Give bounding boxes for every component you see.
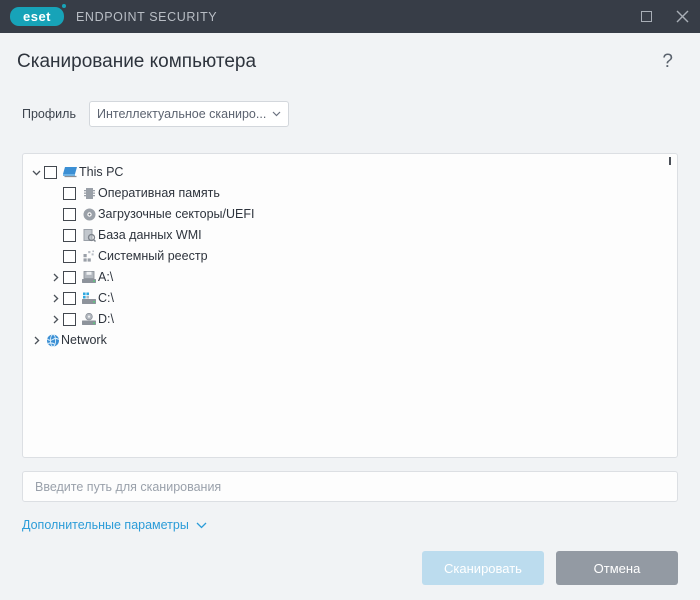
window-controls xyxy=(628,0,700,33)
hard-drive-icon xyxy=(81,292,98,305)
tree-item-checkbox[interactable] xyxy=(63,292,76,305)
footer-actions: Сканировать Отмена xyxy=(0,536,700,600)
chevron-right-icon[interactable] xyxy=(48,315,63,324)
chevron-down-icon xyxy=(272,111,281,117)
eset-scan-window: eset ENDPOINT SECURITY Сканирование комп… xyxy=(0,0,700,600)
eset-logo: eset xyxy=(10,4,66,26)
profile-selected-value: Интеллектуальное сканиро... xyxy=(96,107,267,121)
scan-path-input[interactable]: Введите путь для сканирования xyxy=(22,471,678,502)
close-icon xyxy=(676,10,688,23)
tree-item-label: Оперативная память xyxy=(98,186,220,201)
maximize-button[interactable] xyxy=(628,0,664,33)
chevron-right-icon[interactable] xyxy=(29,336,44,345)
tree-item-checkbox[interactable] xyxy=(63,229,76,242)
tree-item-label: Системный реестр xyxy=(98,249,208,264)
profile-row: Профиль Интеллектуальное сканиро... xyxy=(0,98,700,130)
product-name: ENDPOINT SECURITY xyxy=(76,9,218,24)
tree-item-системныйреестр[interactable]: Системный реестр xyxy=(23,246,677,267)
cancel-button[interactable]: Отмена xyxy=(556,551,678,585)
tree-item-label: D:\ xyxy=(98,312,114,327)
tree-item-thispc[interactable]: This PC xyxy=(23,162,677,183)
network-globe-icon xyxy=(44,334,61,347)
page-title: Сканирование компьютера xyxy=(17,50,257,72)
chevron-right-icon[interactable] xyxy=(48,294,63,303)
scan-button[interactable]: Сканировать xyxy=(422,551,544,585)
chevron-right-icon[interactable] xyxy=(48,273,63,282)
wmi-icon xyxy=(81,229,98,242)
scan-path-placeholder: Введите путь для сканирования xyxy=(35,479,222,494)
tree-scrollbar[interactable] xyxy=(669,157,671,165)
tree-item-d[interactable]: D:\ xyxy=(23,309,677,330)
floppy-drive-icon xyxy=(81,271,98,284)
scan-targets-tree[interactable]: This PC Оперативная память Загрузочные сек… xyxy=(22,153,678,458)
tree-item-базаданныхwmi[interactable]: База данных WMI xyxy=(23,225,677,246)
close-button[interactable] xyxy=(664,0,700,33)
profile-select[interactable]: Интеллектуальное сканиро... xyxy=(88,101,289,127)
tree-item-label: Network xyxy=(61,333,107,348)
tree-item-загрузочныесекторы/uefi[interactable]: Загрузочные секторы/UEFI xyxy=(23,204,677,225)
tree-item-label: This PC xyxy=(79,165,124,180)
advanced-parameters-label: Дополнительные параметры xyxy=(22,518,189,532)
chevron-down-icon[interactable] xyxy=(29,170,44,176)
tree-item-network[interactable]: Network xyxy=(23,330,677,351)
optical-drive-icon xyxy=(81,313,98,326)
profile-label: Профиль xyxy=(22,107,76,121)
maximize-icon xyxy=(640,11,652,22)
tree-item-c[interactable]: C:\ xyxy=(23,288,677,309)
disc-icon xyxy=(81,208,98,221)
eset-logo-text: eset xyxy=(22,9,52,24)
tree-item-label: Загрузочные секторы/UEFI xyxy=(98,207,255,222)
tree-item-label: A:\ xyxy=(98,270,114,285)
memory-icon xyxy=(81,187,98,200)
tree-item-checkbox[interactable] xyxy=(63,271,76,284)
tree-item-checkbox[interactable] xyxy=(44,166,57,179)
tree-item-checkbox[interactable] xyxy=(63,250,76,263)
tree-item-оперативнаяпамять[interactable]: Оперативная память xyxy=(23,183,677,204)
eset-logo-dot xyxy=(62,4,66,8)
chevron-down-icon xyxy=(196,522,207,529)
tree-item-label: База данных WMI xyxy=(98,228,202,243)
tree-items-container: This PC Оперативная память Загрузочные сек… xyxy=(23,154,677,351)
registry-icon xyxy=(81,250,98,263)
tree-item-checkbox[interactable] xyxy=(63,187,76,200)
computer-icon xyxy=(62,166,79,179)
tree-item-label: C:\ xyxy=(98,291,114,306)
help-icon[interactable]: ? xyxy=(657,50,678,73)
title-bar: eset ENDPOINT SECURITY xyxy=(0,0,700,33)
advanced-parameters-link[interactable]: Дополнительные параметры xyxy=(18,514,211,536)
tree-item-checkbox[interactable] xyxy=(63,208,76,221)
tree-item-a[interactable]: A:\ xyxy=(23,267,677,288)
page-header: Сканирование компьютера ? xyxy=(0,33,700,90)
tree-item-checkbox[interactable] xyxy=(63,313,76,326)
